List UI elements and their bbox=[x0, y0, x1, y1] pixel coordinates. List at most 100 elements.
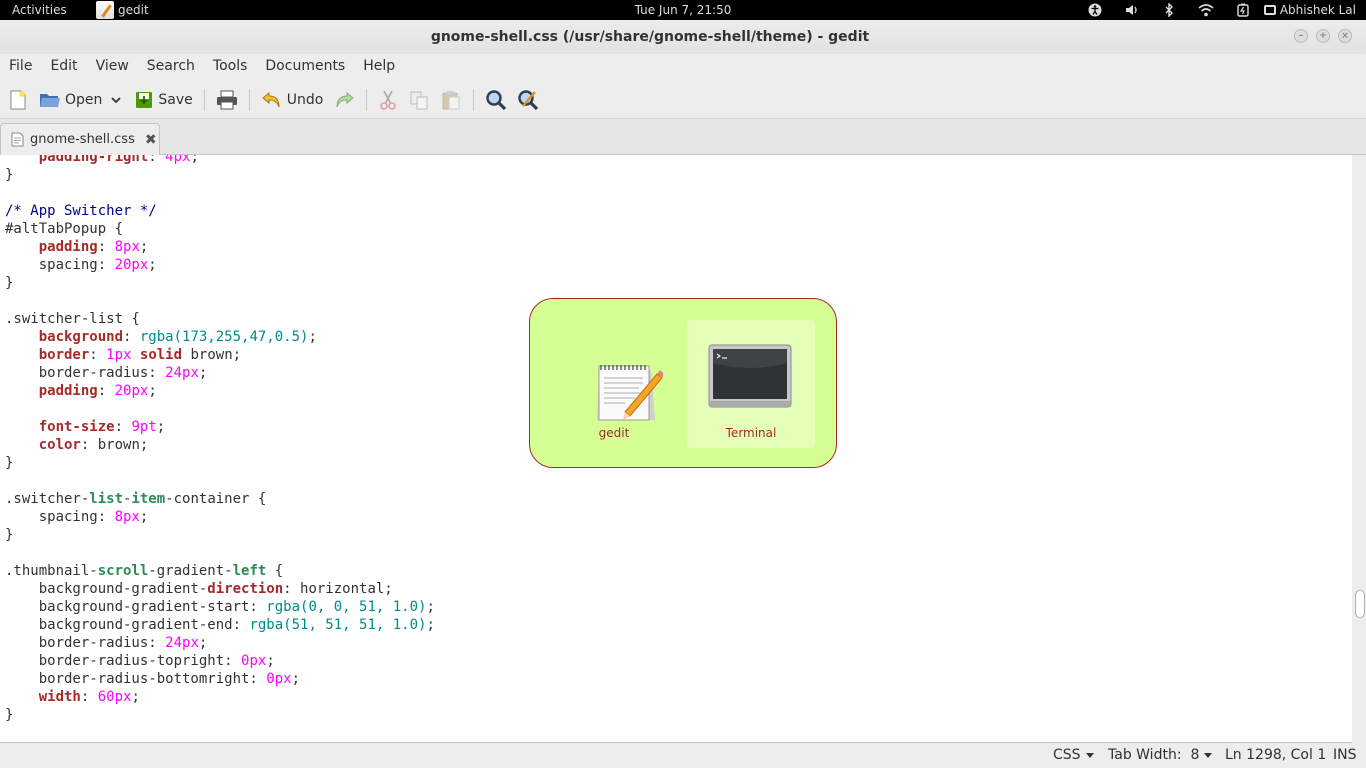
code-token: .thumbnail- bbox=[5, 563, 98, 579]
code-token: background-gradient-start: bbox=[5, 599, 267, 615]
code-line[interactable]: border-radius-bottomright: 0px; bbox=[5, 670, 435, 688]
battery-icon[interactable] bbox=[1225, 0, 1262, 20]
chevron-down-icon bbox=[1204, 752, 1213, 758]
cut-button[interactable] bbox=[373, 85, 403, 115]
volume-icon[interactable] bbox=[1114, 0, 1151, 20]
code-line[interactable]: ​ bbox=[5, 292, 435, 310]
code-line[interactable]: spacing: 8px; bbox=[5, 508, 435, 526]
code-token: 24px bbox=[165, 635, 199, 651]
menu-documents[interactable]: Documents bbox=[256, 54, 354, 81]
code-line[interactable]: } bbox=[5, 274, 435, 292]
maximize-button[interactable]: + bbox=[1316, 29, 1330, 43]
minimize-button[interactable]: – bbox=[1294, 29, 1308, 43]
search-icon bbox=[486, 89, 507, 110]
scrollbar-thumb[interactable] bbox=[1355, 590, 1365, 618]
code-line[interactable]: background-gradient-start: rgba(0, 0, 51… bbox=[5, 598, 435, 616]
tab-gnome-shell-css[interactable]: gnome-shell.css ✖ bbox=[0, 123, 160, 155]
tab-width-selector[interactable]: Tab Width: 8 bbox=[1108, 747, 1213, 763]
save-button[interactable]: Save bbox=[129, 85, 197, 115]
redo-button[interactable] bbox=[328, 85, 360, 115]
code-token: ; bbox=[426, 617, 435, 633]
open-button[interactable]: Open bbox=[34, 85, 107, 115]
menu-file[interactable]: File bbox=[0, 54, 41, 81]
code-line[interactable]: } bbox=[5, 706, 435, 724]
user-menu[interactable]: Abhishek Lal bbox=[1262, 3, 1366, 17]
code-line[interactable]: ​ bbox=[5, 472, 435, 490]
code-line[interactable]: ​ bbox=[5, 544, 435, 562]
code-line[interactable]: /* App Switcher */ bbox=[5, 202, 435, 220]
code-line[interactable]: border-radius: 24px; bbox=[5, 364, 435, 382]
code-line[interactable]: #altTabPopup { bbox=[5, 220, 435, 238]
code-line[interactable]: } bbox=[5, 526, 435, 544]
toolbar-separator bbox=[473, 88, 475, 111]
code-token: width bbox=[38, 689, 81, 705]
code-token: rgba(51, 51, 51, 1.0) bbox=[249, 617, 427, 633]
code-line[interactable]: padding: 20px; bbox=[5, 382, 435, 400]
code-line[interactable]: background-gradient-end: rgba(51, 51, 51… bbox=[5, 616, 435, 634]
code-line[interactable]: padding: 8px; bbox=[5, 238, 435, 256]
replace-button[interactable] bbox=[512, 85, 544, 115]
code-line[interactable]: padding-right: 4px; bbox=[5, 155, 435, 166]
code-line[interactable]: background: rgba(173,255,47,0.5); bbox=[5, 328, 435, 346]
wifi-icon[interactable] bbox=[1188, 0, 1225, 20]
undo-button[interactable]: Undo bbox=[256, 85, 329, 115]
copy-button[interactable] bbox=[403, 85, 435, 115]
status-bar: CSS Tab Width: 8 Ln 1298, Col 1 INS bbox=[0, 743, 1366, 768]
vertical-scrollbar[interactable] bbox=[1352, 155, 1366, 743]
code-line[interactable]: } bbox=[5, 166, 435, 184]
accessibility-icon[interactable] bbox=[1077, 0, 1114, 20]
code-line[interactable]: .switcher-list { bbox=[5, 310, 435, 328]
code-line[interactable]: font-size: 9pt; bbox=[5, 418, 435, 436]
code-line[interactable]: spacing: 20px; bbox=[5, 256, 435, 274]
code-line[interactable]: .switcher-list-item-container { bbox=[5, 490, 435, 508]
menu-search[interactable]: Search bbox=[138, 54, 204, 81]
code-line[interactable]: width: 60px; bbox=[5, 688, 435, 706]
language-selector[interactable]: CSS bbox=[1053, 747, 1094, 763]
code-view[interactable]: padding-right: 4px;}​/* App Switcher */#… bbox=[5, 155, 435, 724]
code-line[interactable]: color: brown; bbox=[5, 436, 435, 454]
text-document-icon bbox=[11, 132, 24, 147]
new-button[interactable] bbox=[0, 85, 34, 115]
paste-button[interactable] bbox=[435, 85, 467, 115]
menu-edit[interactable]: Edit bbox=[41, 54, 86, 81]
code-token: } bbox=[5, 455, 14, 471]
switcher-item-gedit[interactable]: gedit bbox=[550, 320, 678, 448]
code-token: background-gradient-end: bbox=[5, 617, 250, 633]
code-token: : bbox=[80, 689, 98, 705]
code-line[interactable]: } bbox=[5, 454, 435, 472]
code-token: 8px bbox=[114, 509, 140, 525]
code-token: : bbox=[123, 329, 140, 345]
code-line[interactable]: border-radius-topright: 0px; bbox=[5, 652, 435, 670]
bluetooth-icon[interactable] bbox=[1151, 0, 1188, 20]
switcher-item-terminal[interactable]: Terminal bbox=[687, 320, 815, 448]
code-line[interactable]: ​ bbox=[5, 400, 435, 418]
open-recent-dropdown[interactable] bbox=[107, 85, 129, 115]
code-line[interactable]: border: 1px solid brown; bbox=[5, 346, 435, 364]
code-token: ; bbox=[308, 329, 317, 345]
code-token: 20px bbox=[114, 383, 149, 399]
code-line[interactable]: border-radius: 24px; bbox=[5, 634, 435, 652]
open-label: Open bbox=[65, 91, 103, 108]
close-window-button[interactable]: × bbox=[1338, 29, 1352, 43]
menu-help[interactable]: Help bbox=[354, 54, 404, 81]
code-token: left bbox=[232, 563, 267, 579]
menu-view[interactable]: View bbox=[87, 54, 138, 81]
code-token: 0px bbox=[266, 671, 292, 687]
menu-tools[interactable]: Tools bbox=[204, 54, 257, 81]
code-token: list bbox=[89, 491, 124, 507]
window-title-bar[interactable]: gnome-shell.css (/usr/share/gnome-shell/… bbox=[0, 20, 1366, 54]
code-line[interactable]: background-gradient-direction: horizonta… bbox=[5, 580, 435, 598]
code-line[interactable]: .thumbnail-scroll-gradient-left { bbox=[5, 562, 435, 580]
tab-width-label: Tab Width: 8 bbox=[1108, 747, 1200, 763]
close-tab-icon[interactable]: ✖ bbox=[145, 132, 157, 148]
find-button[interactable] bbox=[480, 85, 512, 115]
code-line[interactable]: ​ bbox=[5, 184, 435, 202]
print-button[interactable] bbox=[211, 85, 243, 115]
user-name: Abhishek Lal bbox=[1279, 3, 1356, 17]
